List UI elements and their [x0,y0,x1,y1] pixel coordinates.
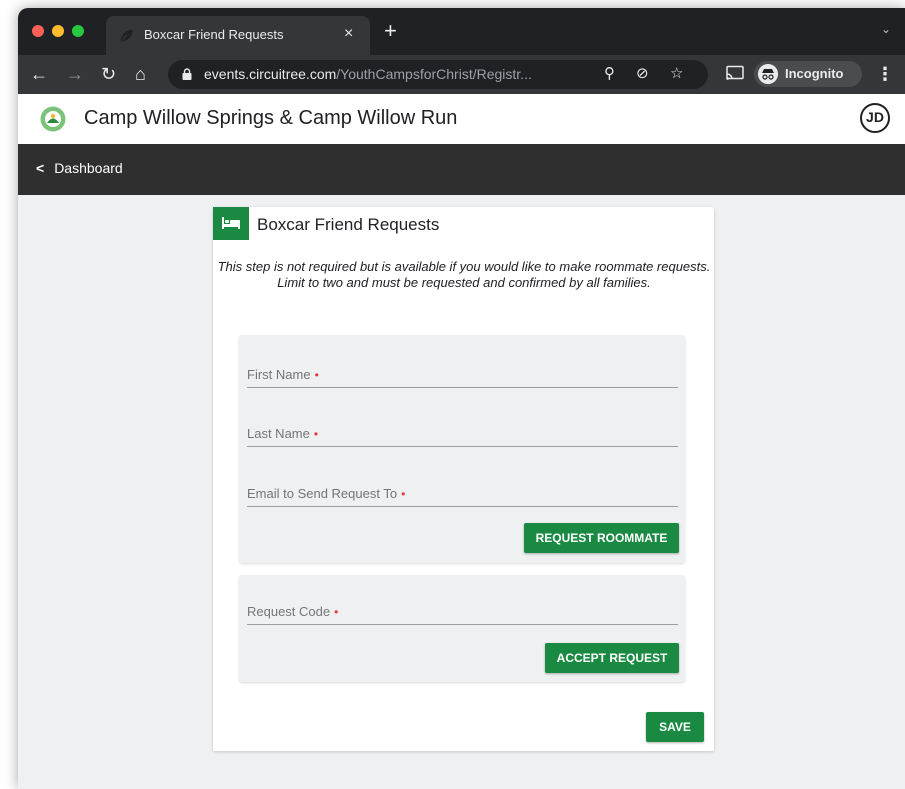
reload-icon[interactable]: ↻ [101,63,116,85]
browser-window: Boxcar Friend Requests × + ⌄ ← → ↻ ⌂ eve… [18,8,905,789]
home-icon[interactable]: ⌂ [135,63,146,85]
request-code-label-text: Request Code [247,604,331,619]
browser-toolbar: ← → ↻ ⌂ events.circuitree.com/YouthCamps… [18,55,905,94]
request-code-field[interactable]: Request Code • [247,602,678,625]
last-name-field[interactable]: Last Name • [247,424,678,447]
roommate-request-panel: First Name • Last Name • Email to Send Req… [239,335,685,563]
camp-logo-icon[interactable] [40,106,66,132]
url-text: events.circuitree.com/YouthCampsforChris… [204,66,532,82]
nav-bar: < Dashboard [18,144,905,195]
url-host: events.circuitree.com [204,66,337,82]
required-marker: • [314,368,319,382]
last-name-label-text: Last Name [247,426,310,441]
app-header: Camp Willow Springs & Camp Willow Run JD [18,94,905,144]
address-bar[interactable]: events.circuitree.com/YouthCampsforChris… [168,60,708,89]
lock-icon [182,68,192,80]
required-marker: • [334,605,339,619]
avatar[interactable]: JD [860,103,890,133]
friend-requests-card: Boxcar Friend Requests This step is not … [213,207,714,751]
tab-search-button[interactable]: ⌄ [881,22,891,36]
first-name-label-text: First Name [247,367,311,382]
close-window-button[interactable] [32,25,44,37]
back-arrow-icon[interactable]: ← [30,63,48,85]
card-description: This step is not required but is availab… [217,259,711,290]
first-name-field[interactable]: First Name • [247,365,678,388]
browser-tab[interactable]: Boxcar Friend Requests × [106,16,370,55]
dashboard-back-link[interactable]: < Dashboard [36,160,123,176]
minimize-window-button[interactable] [52,25,64,37]
card-icon-box [213,207,249,240]
cast-icon[interactable] [726,65,744,81]
email-field[interactable]: Email to Send Request To • [247,484,678,507]
card-title: Boxcar Friend Requests [257,215,440,234]
chevron-left-icon: < [36,160,45,176]
tab-title: Boxcar Friend Requests [144,27,284,42]
save-button[interactable]: SAVE [646,712,704,742]
incognito-label: Incognito [785,66,844,81]
request-code-label: Request Code • [247,604,338,619]
url-path: /YouthCampsforChrist/Registr... [336,66,532,82]
first-name-label: First Name • [247,367,319,382]
bed-icon [222,217,240,229]
email-label-text: Email to Send Request To [247,486,398,501]
tab-strip: Boxcar Friend Requests × + ⌄ [18,8,905,55]
required-marker: • [401,487,406,501]
accept-request-panel: Request Code • ACCEPT REQUEST [239,575,685,682]
new-tab-button[interactable]: + [384,19,397,43]
leaf-icon [119,30,133,43]
email-label: Email to Send Request To • [247,486,405,501]
required-marker: • [313,427,319,441]
maximize-window-button[interactable] [72,25,84,37]
forward-arrow-icon[interactable]: → [66,63,84,85]
incognito-badge[interactable]: Incognito [754,61,862,87]
last-name-label: Last Name • [247,426,318,441]
accept-request-button[interactable]: ACCEPT REQUEST [545,643,679,673]
zoom-icon[interactable]: ⚲ [604,65,615,83]
dashboard-label: Dashboard [54,160,123,176]
eye-slash-icon[interactable]: ⊘ [636,65,649,83]
request-roommate-button[interactable]: REQUEST ROOMMATE [524,523,679,553]
bookmark-star-icon[interactable]: ☆ [670,65,683,83]
site-title: Camp Willow Springs & Camp Willow Run [84,107,458,129]
tab-close-button[interactable]: × [344,24,353,44]
kebab-menu-icon[interactable]: ⋮ [876,63,894,85]
incognito-icon [758,64,778,84]
